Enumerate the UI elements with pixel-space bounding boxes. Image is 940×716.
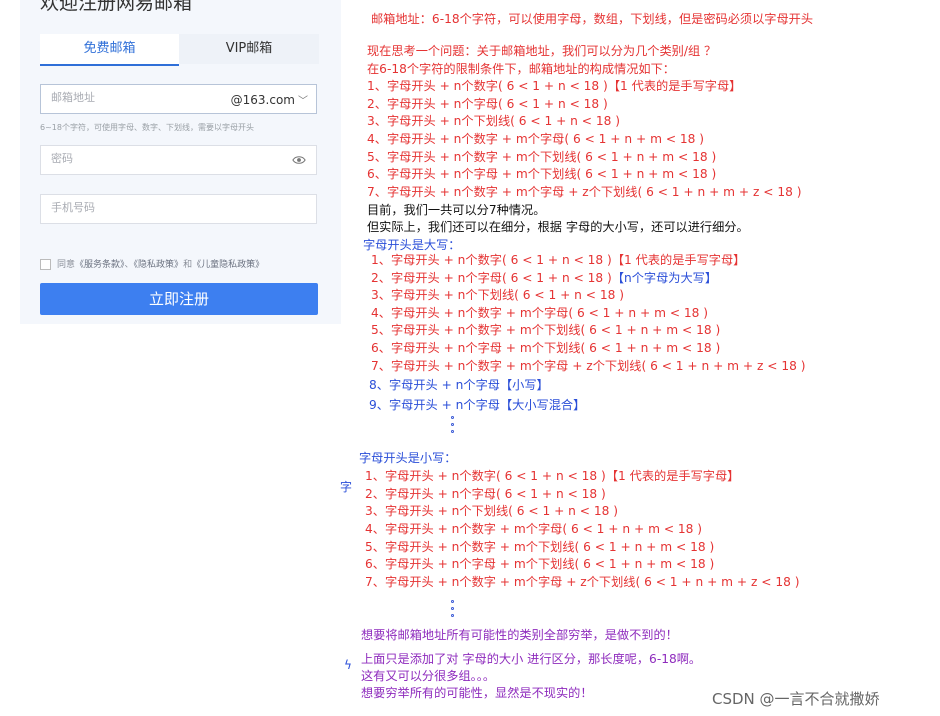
list-item: 2、字母开头 + n个字母( 6 < 1 + n < 18 ) bbox=[367, 97, 608, 111]
list-item: 7、字母开头 + n个数字 + m个字母 + z个下划线( 6 < 1 + n … bbox=[365, 575, 800, 589]
csdn-watermark: CSDN @一言不合就撒娇 bbox=[712, 690, 880, 708]
phone-input[interactable] bbox=[51, 201, 211, 214]
list-item: 1、字母开头 + n个数字( 6 < 1 + n < 18 )【1 代表的是手写… bbox=[371, 253, 746, 267]
dot bbox=[451, 430, 454, 433]
terms-link[interactable]: 《服务条款》 bbox=[75, 260, 125, 270]
note-summary2: 但实际上，我们还可以在细分，根据 字母的大小写，还可以进行细分。 bbox=[367, 220, 749, 234]
register-panel: 欢迎注册网易邮箱 免费邮箱 VIP邮箱 @163.com﹀ 6~18个字符，可使… bbox=[20, 0, 341, 324]
ellipsis-dots bbox=[451, 416, 455, 437]
list-item: 4、字母开头 + n个数字 + m个字母( 6 < 1 + n + m < 18… bbox=[365, 522, 703, 536]
child-privacy-link[interactable]: 《儿童隐私政策》 bbox=[192, 260, 264, 270]
agree-prefix: 同意 bbox=[57, 260, 76, 270]
tab-free-mail[interactable]: 免费邮箱 bbox=[40, 34, 179, 66]
note-conclusion2: 上面只是添加了对 字母的大小 进行区分，那长度呢，6-18啊。 bbox=[361, 652, 702, 666]
list-item: 1、字母开头 + n个数字( 6 < 1 + n < 18 )【1 代表的是手写… bbox=[365, 469, 740, 483]
list-item: 3、字母开头 + n个下划线( 6 < 1 + n < 18 ) bbox=[365, 504, 619, 518]
list-item: 5、字母开头 + n个数字 + m个下划线( 6 < 1 + n + m < 1… bbox=[371, 323, 721, 337]
list-item: 9、字母开头 + n个字母【大小写混合】 bbox=[369, 398, 586, 412]
agree-sep2: 和 bbox=[183, 260, 193, 270]
agree-checkbox[interactable] bbox=[40, 259, 51, 270]
ellipsis-dots bbox=[451, 600, 455, 621]
note-summary1: 目前，我们一共可以分7种情况。 bbox=[367, 203, 546, 217]
email-field[interactable]: @163.com﹀ bbox=[40, 84, 317, 114]
chevron-down-icon: ﹀ bbox=[298, 96, 308, 107]
register-button[interactable]: 立即注册 bbox=[40, 283, 318, 315]
dot bbox=[451, 600, 454, 603]
mail-type-tabs: 免费邮箱 VIP邮箱 bbox=[40, 34, 319, 66]
list-item: 1、字母开头 + n个数字( 6 < 1 + n < 18 )【1 代表的是手写… bbox=[367, 79, 742, 93]
margin-mark: ϟ bbox=[344, 658, 352, 672]
note-question: 现在思考一个问题：关于邮箱地址，我们可以分为几个类别/组 ？ bbox=[367, 44, 717, 58]
phone-field[interactable] bbox=[40, 194, 317, 224]
tab-vip-mail[interactable]: VIP邮箱 bbox=[179, 34, 319, 64]
list-item: 5、字母开头 + n个数字 + m个下划线( 6 < 1 + n + m < 1… bbox=[367, 150, 717, 164]
password-input[interactable] bbox=[51, 152, 211, 165]
list-item: 4、字母开头 + n个数字 + m个字母( 6 < 1 + n + m < 18… bbox=[367, 132, 705, 146]
list-item: 5、字母开头 + n个数字 + m个下划线( 6 < 1 + n + m < 1… bbox=[365, 540, 715, 554]
lower-heading: 字母开头是小写： bbox=[359, 451, 457, 465]
uppercase-tag: 【n个字母为大写】 bbox=[611, 271, 718, 285]
list-item: 2、字母开头 + n个字母( 6 < 1 + n < 18 ) bbox=[365, 487, 606, 501]
domain-select[interactable]: @163.com ﹀ bbox=[231, 92, 308, 107]
note-conclusion3: 这有又可以分很多组。。。 bbox=[361, 669, 496, 683]
dot bbox=[451, 614, 454, 617]
list-item: 8、字母开头 + n个字母【小写】 bbox=[369, 378, 549, 392]
register-title: 欢迎注册网易邮箱 bbox=[40, 0, 193, 14]
list-item: 6、字母开头 + n个字母 + m个下划线( 6 < 1 + n + m < 1… bbox=[371, 341, 721, 355]
password-field[interactable] bbox=[40, 145, 317, 175]
list-item: 4、字母开头 + n个数字 + m个字母( 6 < 1 + n + m < 18… bbox=[371, 306, 709, 320]
dot bbox=[451, 607, 454, 610]
list-item: 6、字母开头 + n个字母 + m个下划线( 6 < 1 + n + m < 1… bbox=[365, 557, 715, 571]
agree-sep1: 、 bbox=[124, 260, 134, 270]
agreement-row: 同意《服务条款》、《隐私政策》和《儿童隐私政策》 bbox=[40, 257, 264, 270]
margin-mark: 字 bbox=[340, 480, 353, 494]
list-item: 7、字母开头 + n个数字 + m个字母 + z个下划线( 6 < 1 + n … bbox=[371, 359, 806, 373]
email-input[interactable] bbox=[51, 91, 211, 104]
note-conclusion1: 想要将邮箱地址所有可能性的类别全部穷举，是做不到的！ bbox=[361, 628, 678, 642]
note-rule: 邮箱地址：6-18个字符，可以使用字母，数组，下划线，但是密码必须以字母开头 bbox=[371, 12, 814, 26]
list-item: 3、字母开头 + n个下划线( 6 < 1 + n < 18 ) bbox=[367, 114, 621, 128]
privacy-link[interactable]: 《隐私政策》 bbox=[134, 260, 184, 270]
dot bbox=[451, 416, 454, 419]
list-item: 2、字母开头 + n个字母( 6 < 1 + n < 18 )【n个字母为大写】 bbox=[371, 270, 717, 288]
list-item: 6、字母开头 + n个字母 + m个下划线( 6 < 1 + n + m < 1… bbox=[367, 167, 717, 181]
note-intro: 在6-18个字符的限制条件下，邮箱地址的构成情况如下： bbox=[367, 62, 675, 76]
dot bbox=[451, 423, 454, 426]
list-item: 7、字母开头 + n个数字 + m个字母 + z个下划线( 6 < 1 + n … bbox=[367, 185, 802, 199]
note-conclusion4: 想要穷举所有的可能性，显然是不现实的！ bbox=[361, 686, 593, 700]
domain-value: @163.com bbox=[230, 93, 295, 107]
email-hint: 6~18个字符，可使用字母、数字、下划线，需要以字母开头 bbox=[40, 123, 254, 132]
list-item-text: 2、字母开头 + n个字母( 6 < 1 + n < 18 ) bbox=[371, 271, 612, 285]
list-item: 3、字母开头 + n个下划线( 6 < 1 + n < 18 ) bbox=[371, 288, 625, 302]
eye-icon[interactable] bbox=[292, 153, 306, 167]
